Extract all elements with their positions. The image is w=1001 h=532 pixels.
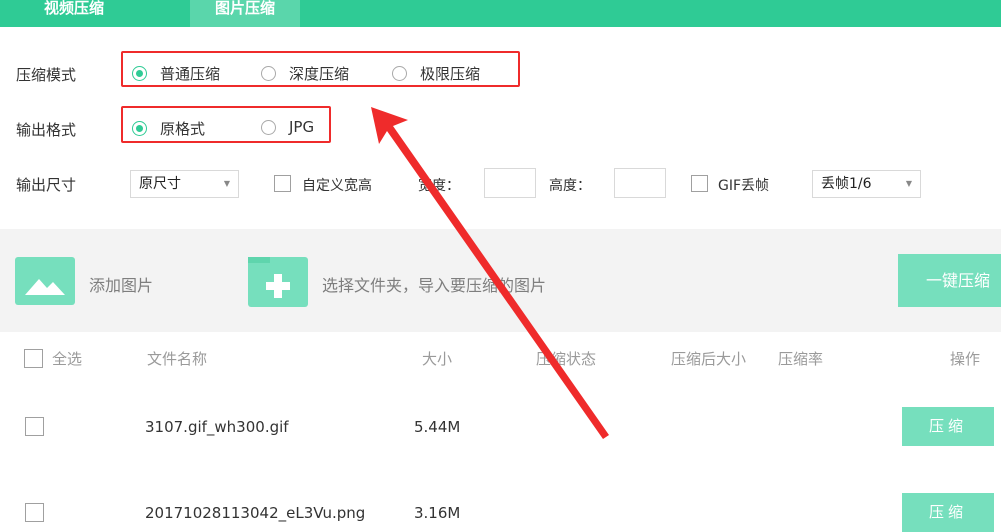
annotation-arrow	[371, 107, 609, 439]
